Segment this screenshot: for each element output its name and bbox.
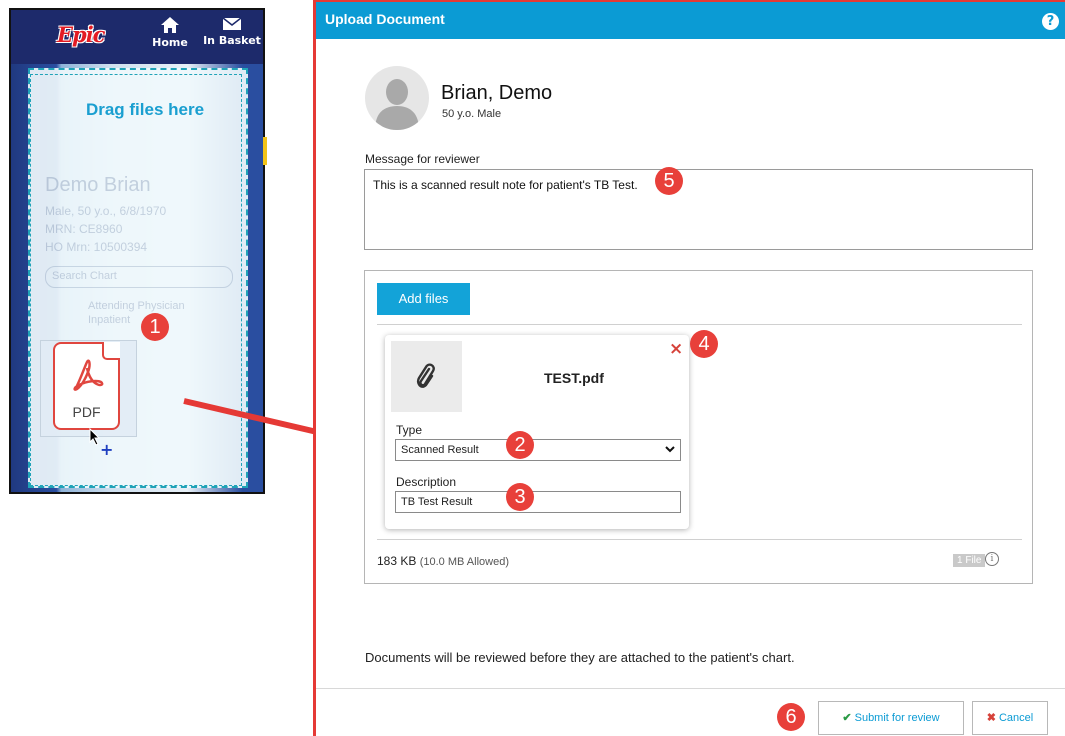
ghost-patient-mrn: MRN: CE8960: [45, 222, 123, 236]
ghost-search-chart: Search Chart: [45, 266, 233, 288]
upload-document-dialog: Upload Document ? Brian, Demo 50 y.o. Ma…: [313, 0, 1065, 736]
nav-home-button[interactable]: Home: [147, 16, 193, 49]
epic-header: Epic Home In Basket: [11, 10, 263, 64]
home-icon: [161, 17, 179, 33]
epic-logo: Epic: [57, 22, 105, 47]
acrobat-icon: [73, 359, 104, 391]
nav-home-label: Home: [152, 36, 188, 49]
remove-file-icon[interactable]: ×: [669, 339, 683, 359]
step-badge-5: 5: [655, 167, 683, 195]
description-input[interactable]: TB Test Result: [395, 491, 681, 513]
file-thumbnail: [391, 341, 462, 412]
patient-avatar: [365, 66, 429, 130]
drag-files-label: Drag files here: [85, 100, 205, 119]
ghost-inpatient: Inpatient: [88, 314, 131, 326]
cancel-label: Cancel: [998, 712, 1034, 724]
file-size-summary: 183 KB (10.0 MB Allowed): [377, 554, 509, 568]
step-badge-4: 4: [690, 330, 718, 358]
ghost-patient-name: Demo Brian: [45, 174, 151, 196]
description-label: Description: [396, 475, 457, 489]
type-label: Type: [396, 423, 423, 437]
file-size: 183 KB: [377, 554, 417, 568]
files-section: Add files TEST.pdf × Type Scanned Result…: [364, 270, 1033, 584]
paperclip-icon: [416, 363, 435, 388]
step-badge-6: 6: [777, 703, 805, 731]
add-files-button[interactable]: Add files: [377, 283, 470, 315]
divider: [377, 324, 1022, 325]
pdf-file-icon[interactable]: PDF: [53, 342, 120, 430]
chevron-down-icon: [665, 446, 675, 453]
step-badge-2: 2: [506, 431, 534, 459]
envelope-icon: [222, 17, 242, 30]
message-textarea[interactable]: This is a scanned result note for patien…: [364, 169, 1033, 250]
ghost-attending: Attending Physician: [88, 300, 185, 312]
patient-name: Brian, Demo: [441, 82, 553, 104]
footer-divider: [316, 688, 1065, 689]
file-count-badge: 1 File: [953, 554, 986, 567]
info-icon[interactable]: i: [985, 552, 999, 566]
nav-inbasket-label: In Basket: [203, 34, 261, 47]
divider: [377, 539, 1022, 540]
submit-for-review-button[interactable]: ✔ Submit for review: [818, 701, 964, 735]
message-label: Message for reviewer: [365, 152, 480, 166]
size-allowed: (10.0 MB Allowed): [419, 556, 509, 568]
cancel-button[interactable]: ✖ Cancel: [972, 701, 1048, 735]
copy-plus-icon: +: [100, 440, 114, 459]
file-card: TEST.pdf × Type Scanned Result Descripti…: [385, 335, 689, 529]
step-badge-1: 1: [141, 313, 169, 341]
pdf-label: PDF: [72, 404, 101, 420]
ghost-patient-demographics: Male, 50 y.o., 6/8/1970: [45, 204, 167, 218]
type-select-value: Scanned Result: [401, 444, 479, 456]
patient-info: 50 y.o. Male: [442, 108, 502, 120]
nav-inbasket-button[interactable]: In Basket: [201, 16, 263, 47]
dialog-header: Upload Document ?: [316, 2, 1065, 39]
step-badge-3: 3: [506, 483, 534, 511]
dialog-title: Upload Document: [325, 11, 445, 27]
ghost-patient-ho-mrn: HO Mrn: 10500394: [45, 240, 148, 254]
close-icon: ✖: [986, 712, 996, 724]
submit-label: Submit for review: [854, 712, 940, 724]
file-name: TEST.pdf: [544, 370, 604, 386]
status-bar: [263, 137, 267, 165]
review-note: Documents will be reviewed before they a…: [365, 650, 795, 665]
type-select[interactable]: Scanned Result: [395, 439, 681, 461]
help-icon[interactable]: ?: [1042, 13, 1059, 30]
person-silhouette-icon: [375, 79, 419, 130]
checkmark-icon: ✔: [842, 712, 852, 724]
